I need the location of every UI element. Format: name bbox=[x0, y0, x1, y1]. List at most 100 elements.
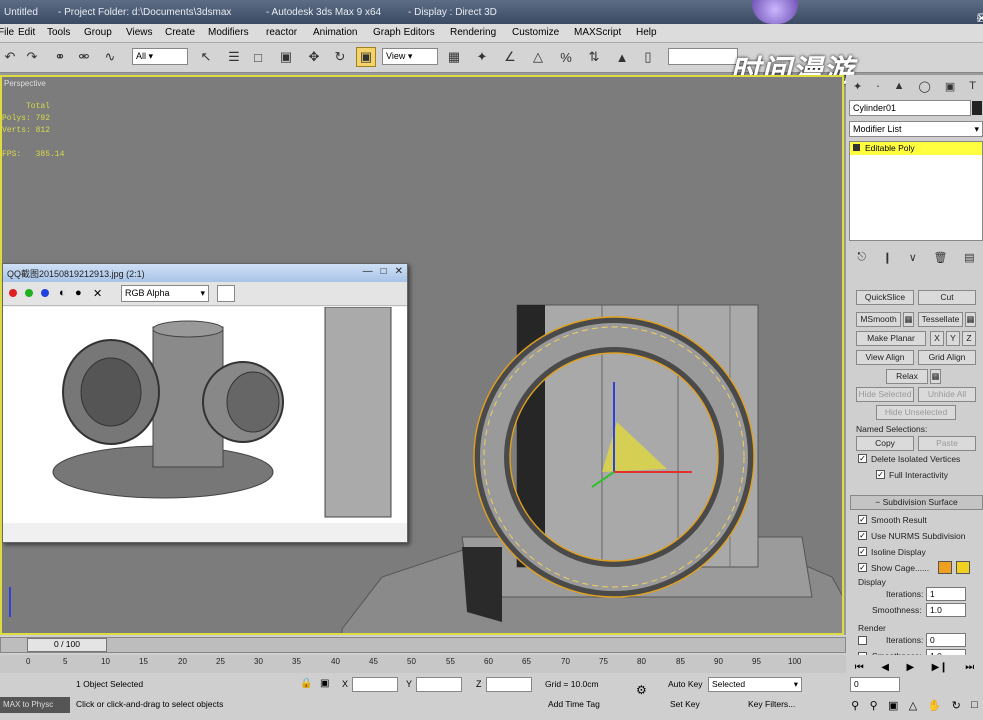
mono-channel-icon[interactable]: ● bbox=[75, 287, 82, 299]
z-coordinate-field[interactable] bbox=[486, 677, 532, 692]
select-move-icon[interactable]: ✥ bbox=[304, 47, 324, 67]
modifier-list-dropdown[interactable]: Modifier List ▾ bbox=[849, 121, 983, 137]
make-unique-icon[interactable]: ∨ bbox=[909, 251, 917, 264]
planar-z-button[interactable]: Z bbox=[962, 331, 976, 346]
current-frame-field[interactable]: 0 bbox=[850, 677, 900, 692]
smooth-result-checkbox[interactable]: ✓ bbox=[858, 515, 867, 524]
reference-coordinate-dropdown[interactable]: View ▾ bbox=[382, 48, 438, 65]
image-viewer-window[interactable]: QQ截图20150819212913.jpg (2:1) — □ ✕ ◐ ● ✕… bbox=[2, 263, 408, 543]
previous-frame-icon[interactable]: ◀ bbox=[881, 662, 889, 673]
make-planar-button[interactable]: Make Planar bbox=[856, 331, 926, 346]
cage-color-1-swatch[interactable] bbox=[938, 561, 952, 574]
image-close-icon[interactable]: ✕ bbox=[395, 266, 403, 277]
display-tab-icon[interactable]: ▣ bbox=[945, 80, 955, 93]
key-mode-icon[interactable]: ⚙ bbox=[636, 683, 647, 697]
perspective-viewport[interactable]: Perspective Total Polys: 792 Verts: 812 … bbox=[0, 75, 844, 635]
planar-x-button[interactable]: X bbox=[930, 331, 944, 346]
angle-snap-icon[interactable]: △ bbox=[528, 47, 548, 67]
set-key-button[interactable]: Set Key bbox=[670, 699, 700, 709]
modify-tab-icon[interactable]: ⋅ bbox=[876, 80, 880, 93]
copy-button[interactable]: Copy bbox=[856, 436, 914, 451]
green-channel-icon[interactable] bbox=[25, 289, 33, 297]
close-icon[interactable]: ✕ bbox=[977, 12, 983, 24]
select-scale-icon[interactable]: ▣ bbox=[356, 47, 376, 67]
pan-icon[interactable]: ✋ bbox=[928, 699, 942, 712]
key-selection-dropdown[interactable]: Selected ▾ bbox=[708, 677, 802, 692]
msmooth-settings-icon[interactable]: ▦ bbox=[903, 312, 914, 327]
track-bar[interactable]: 0 5 10 15 20 25 30 35 40 45 50 55 60 65 … bbox=[0, 655, 846, 673]
image-maximize-icon[interactable]: □ bbox=[381, 266, 387, 277]
hide-unselected-button[interactable]: Hide Unselected bbox=[876, 405, 956, 420]
object-color-swatch[interactable] bbox=[972, 101, 982, 115]
mirror-icon[interactable]: ▲ bbox=[612, 47, 632, 67]
grid-align-button[interactable]: Grid Align bbox=[918, 350, 976, 365]
view-align-button[interactable]: View Align bbox=[856, 350, 914, 365]
relax-settings-icon[interactable]: ▦ bbox=[930, 369, 941, 384]
alpha-channel-icon[interactable]: ◐ bbox=[59, 287, 66, 299]
menu-reactor[interactable]: reactor bbox=[266, 27, 297, 38]
use-nurms-checkbox[interactable]: ✓ bbox=[858, 531, 867, 540]
menu-animation[interactable]: Animation bbox=[313, 27, 357, 38]
hierarchy-tab-icon[interactable]: ▲ bbox=[894, 80, 905, 92]
smoothness-spinner[interactable]: 1.0 bbox=[926, 603, 966, 617]
unlink-icon[interactable]: ⚮ bbox=[74, 47, 94, 67]
image-minimize-icon[interactable]: — bbox=[363, 266, 373, 277]
relax-button[interactable]: Relax bbox=[886, 369, 928, 384]
percent-snap-icon[interactable]: % bbox=[556, 47, 576, 67]
configure-sets-icon[interactable]: ▤ bbox=[964, 251, 974, 264]
snaps-toggle-icon[interactable]: ∠ bbox=[500, 47, 520, 67]
create-tab-icon[interactable]: ✦ bbox=[853, 80, 862, 93]
quickslice-button[interactable]: QuickSlice bbox=[856, 290, 914, 305]
unhide-all-button[interactable]: Unhide All bbox=[918, 387, 976, 402]
menu-tools[interactable]: Tools bbox=[47, 27, 70, 38]
time-slider[interactable]: 0 / 100 bbox=[0, 637, 846, 653]
paste-button[interactable]: Paste bbox=[918, 436, 976, 451]
tessellate-button[interactable]: Tessellate bbox=[918, 312, 963, 327]
menu-group[interactable]: Group bbox=[84, 27, 112, 38]
zoom-all-icon[interactable]: ⚲ bbox=[870, 699, 878, 712]
menu-maxscript[interactable]: MAXScript bbox=[574, 27, 621, 38]
msmooth-button[interactable]: MSmooth bbox=[856, 312, 901, 327]
key-filters-button[interactable]: Key Filters... bbox=[748, 699, 795, 709]
play-icon[interactable]: ▶ bbox=[906, 662, 914, 673]
add-time-tag[interactable]: Add Time Tag bbox=[548, 699, 600, 709]
lock-selection-icon[interactable]: 🔒 bbox=[300, 678, 312, 689]
menu-graph-editors[interactable]: Graph Editors bbox=[373, 27, 435, 38]
delete-isolated-checkbox[interactable]: ✓ bbox=[858, 454, 867, 463]
selection-filter-dropdown[interactable]: All ▾ bbox=[132, 48, 188, 65]
select-by-name-icon[interactable]: ☰ bbox=[224, 47, 244, 67]
motion-tab-icon[interactable]: ◯ bbox=[919, 80, 931, 93]
select-rotate-icon[interactable]: ↻ bbox=[330, 47, 350, 67]
render-iterations-checkbox[interactable] bbox=[858, 636, 867, 645]
isoline-display-checkbox[interactable]: ✓ bbox=[858, 547, 867, 556]
align-icon[interactable]: ▯ bbox=[638, 47, 658, 67]
zoom-extents-icon[interactable]: ▣ bbox=[888, 699, 898, 712]
clear-icon[interactable]: ✕ bbox=[93, 287, 102, 300]
next-frame-icon[interactable]: ▶❙ bbox=[932, 662, 948, 673]
spinner-snap-icon[interactable]: ⇅ bbox=[584, 47, 604, 67]
menu-edit[interactable]: Edit bbox=[18, 27, 35, 38]
menu-rendering[interactable]: Rendering bbox=[450, 27, 496, 38]
blue-channel-icon[interactable] bbox=[41, 289, 49, 297]
iterations-spinner[interactable]: 1 bbox=[926, 587, 966, 601]
select-object-icon[interactable]: ↖ bbox=[196, 47, 216, 67]
rectangular-selection-icon[interactable]: □ bbox=[248, 47, 268, 67]
render-iterations-spinner[interactable]: 0 bbox=[926, 633, 966, 647]
menu-help[interactable]: Help bbox=[636, 27, 657, 38]
maxscript-listener[interactable]: MAX to Physc bbox=[0, 697, 70, 713]
channel-dropdown[interactable]: RGB Alpha ▾ bbox=[121, 285, 209, 302]
show-cage-checkbox[interactable]: ✓ bbox=[858, 563, 867, 572]
image-viewer-titlebar[interactable]: QQ截图20150819212913.jpg (2:1) — □ ✕ bbox=[3, 264, 407, 282]
menu-file[interactable]: File bbox=[0, 27, 14, 38]
cage-color-2-swatch[interactable] bbox=[956, 561, 970, 574]
go-to-end-icon[interactable]: ⏭ bbox=[965, 662, 974, 673]
planar-y-button[interactable]: Y bbox=[946, 331, 960, 346]
pin-stack-icon[interactable]: ⎋ bbox=[857, 251, 866, 264]
cut-button[interactable]: Cut bbox=[918, 290, 976, 305]
select-manipulate-icon[interactable]: ✦ bbox=[472, 47, 492, 67]
red-channel-icon[interactable] bbox=[9, 289, 17, 297]
field-of-view-icon[interactable]: △ bbox=[909, 699, 917, 712]
menu-modifiers[interactable]: Modifiers bbox=[208, 27, 249, 38]
auto-key-button[interactable]: Auto Key bbox=[668, 679, 703, 689]
show-end-result-icon[interactable]: ❙ bbox=[883, 251, 892, 264]
